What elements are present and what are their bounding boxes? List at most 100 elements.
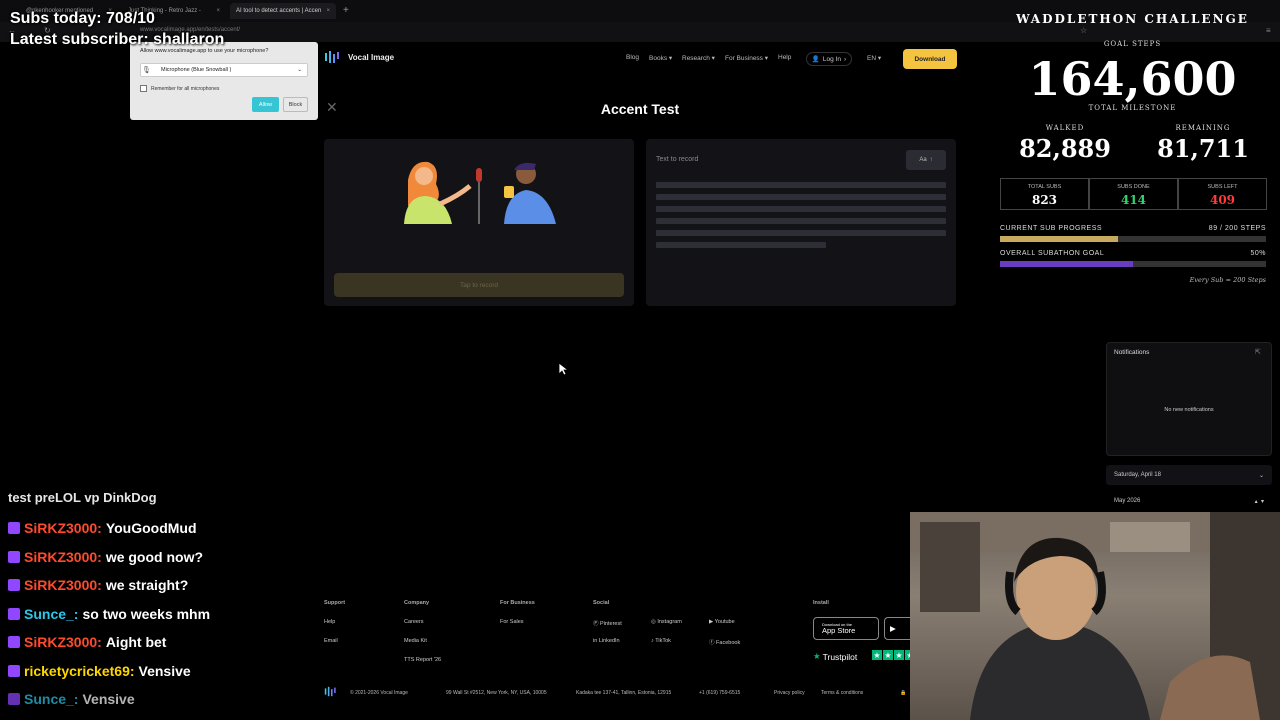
- chevron-down-icon: ▾: [877, 55, 882, 62]
- remaining-label: REMAINING: [1175, 124, 1231, 132]
- nav-books-label: Books: [649, 55, 668, 62]
- instagram-icon: ◎: [651, 619, 656, 625]
- chat-text: we straight?: [105, 577, 189, 593]
- footer-link-pinterest[interactable]: Ⓟ Pinterest: [593, 619, 622, 627]
- language-selector[interactable]: EN ▾: [867, 54, 881, 62]
- subs-done-label: SUBS DONE: [1117, 184, 1150, 190]
- calendar-month-label: May 2026: [1114, 498, 1141, 504]
- lock-icon: 🔒: [900, 690, 907, 696]
- chat-username: SiRKZ3000:: [24, 577, 102, 593]
- chat-message: SiRKZ3000: we good now?: [8, 549, 203, 565]
- footer-link-instagram[interactable]: ◎ Instagram: [651, 619, 682, 625]
- instagram-label: Instagram: [657, 619, 682, 625]
- footer-install-heading: Install: [813, 600, 829, 606]
- calendar-nav-icon[interactable]: ▴ ▾: [1255, 498, 1264, 505]
- nav-for-business-label: For Business: [725, 55, 763, 62]
- calendar-date-label: Saturday, April 18: [1114, 472, 1161, 478]
- microphone-select[interactable]: Microphone (Blue Snowball ) ⌄: [140, 63, 308, 77]
- latest-subscriber-overlay: Latest subscriber: shallaron: [10, 31, 225, 48]
- chevron-right-icon: ›: [844, 55, 847, 63]
- nav-books[interactable]: Books ▾: [649, 54, 672, 62]
- walked-label: WALKED: [1045, 124, 1085, 132]
- goal-steps-label: GOAL STEPS: [1103, 40, 1162, 48]
- login-label: Log In: [822, 55, 841, 63]
- close-icon[interactable]: ×: [212, 8, 220, 14]
- footer-link-tiktok[interactable]: ♪ TikTok: [651, 638, 671, 644]
- chat-partial-message: test preLOL vp DinkDog: [8, 490, 157, 505]
- site-brand[interactable]: Vocal Image: [324, 50, 394, 64]
- language-label: EN: [867, 55, 877, 62]
- app-store-button[interactable]: Download on the App Store: [813, 617, 879, 640]
- notifications-title: Notifications: [1114, 349, 1150, 356]
- chat-text: YouGoodMud: [105, 520, 197, 536]
- chat-username: Sunce_:: [24, 605, 79, 622]
- text-placeholder-line: [656, 242, 826, 248]
- remember-checkbox[interactable]: Remember for all microphones: [140, 85, 219, 92]
- footer-link-linkedin[interactable]: in LinkedIn: [593, 638, 620, 644]
- footer-business-heading: For Business: [500, 600, 535, 606]
- menu-icon[interactable]: ≡: [1266, 26, 1271, 35]
- close-icon[interactable]: ×: [322, 8, 330, 14]
- close-icon[interactable]: ✕: [326, 99, 338, 116]
- nav-blog[interactable]: Blog: [626, 54, 639, 61]
- twitch-icon: [8, 550, 20, 563]
- text-placeholder-line: [656, 194, 946, 200]
- total-subs-box: TOTAL SUBS 823: [1000, 178, 1089, 210]
- total-subs-value: 823: [1031, 193, 1058, 207]
- browser-tab-active[interactable]: AI tool to detect accents | Accen ×: [230, 3, 336, 19]
- text-placeholder-line: [656, 218, 946, 224]
- allow-button[interactable]: Allow: [252, 97, 279, 112]
- tap-to-record-button[interactable]: Tap to record: [334, 273, 624, 297]
- block-button[interactable]: Block: [283, 97, 308, 112]
- bookmark-icon[interactable]: ☆: [1080, 26, 1087, 35]
- text-placeholder-line: [656, 206, 946, 212]
- footer-link-media-kit[interactable]: Media Kit: [404, 638, 427, 644]
- google-play-button[interactable]: ▶: [884, 617, 910, 640]
- footer-link-help[interactable]: Help: [324, 619, 335, 625]
- subs-left-box: SUBS LEFT 409: [1178, 178, 1267, 210]
- nav-research[interactable]: Research ▾: [682, 54, 715, 62]
- footer-link-tts-report[interactable]: TTS Report '26: [404, 657, 441, 663]
- twitch-icon: [8, 664, 20, 677]
- font-size-button[interactable]: Aa ↑: [906, 150, 946, 170]
- subs-today-overlay: Subs today: 708/10: [10, 10, 155, 27]
- vocal-image-logo-icon: [325, 51, 339, 63]
- calendar-month-row[interactable]: May 2026 ▴ ▾: [1106, 492, 1272, 510]
- chat-message: SiRKZ3000: we straight?: [8, 577, 188, 593]
- footer-link-email[interactable]: Email: [324, 638, 338, 644]
- current-sub-progress-value: 89 / 200 STEPS: [1208, 225, 1266, 232]
- linkedin-label: LinkedIn: [598, 638, 620, 644]
- tiktok-icon: ♪: [651, 638, 654, 644]
- terms-link[interactable]: Terms & conditions: [821, 690, 863, 696]
- text-placeholder-line: [656, 182, 946, 188]
- steps-footnote: Every Sub = 200 Steps: [1189, 276, 1266, 284]
- microphone-device-label: Microphone (Blue Snowball ): [161, 67, 232, 73]
- nav-help[interactable]: Help: [778, 54, 791, 61]
- pinterest-label: Pinterest: [600, 621, 622, 627]
- footer-link-facebook[interactable]: ⓕ Facebook: [709, 638, 740, 646]
- new-tab-icon[interactable]: +: [343, 5, 349, 16]
- checkbox-box[interactable]: [140, 85, 147, 92]
- brand-name: Vocal Image: [348, 52, 395, 62]
- streamer-image: [910, 512, 1280, 720]
- nav-for-business[interactable]: For Business ▾: [725, 54, 768, 62]
- footer-link-youtube[interactable]: ▶ Youtube: [709, 619, 735, 625]
- privacy-policy-link[interactable]: Privacy policy: [774, 690, 805, 696]
- chat-text: Vensive: [82, 691, 135, 707]
- footer-logo-icon: [324, 686, 336, 697]
- chat-text: Vensive: [138, 662, 191, 679]
- footer-link-careers[interactable]: Careers: [404, 619, 424, 625]
- current-sub-progress-fill: [1000, 236, 1119, 242]
- footer-link-for-sales[interactable]: For Sales: [500, 619, 524, 625]
- remember-label: Remember for all microphones: [151, 85, 220, 92]
- chat-message: Sunce_: so two weeks mhm: [8, 606, 210, 622]
- trustpilot-badge[interactable]: ★ Trustpilot: [813, 651, 857, 662]
- download-button[interactable]: Download: [903, 49, 957, 69]
- notification-settings-icon[interactable]: ⇱: [1255, 348, 1261, 356]
- address-estonia: Kadaka tee 137-41, Tallinn, Estonia, 129…: [576, 690, 672, 696]
- webcam-feed: [910, 512, 1280, 720]
- user-icon: 👤: [811, 56, 820, 63]
- total-subs-label: TOTAL SUBS: [1027, 184, 1062, 190]
- login-button[interactable]: 👤 Log In ›: [806, 52, 852, 66]
- calendar-date-row[interactable]: Saturday, April 18 ⌄: [1106, 465, 1272, 485]
